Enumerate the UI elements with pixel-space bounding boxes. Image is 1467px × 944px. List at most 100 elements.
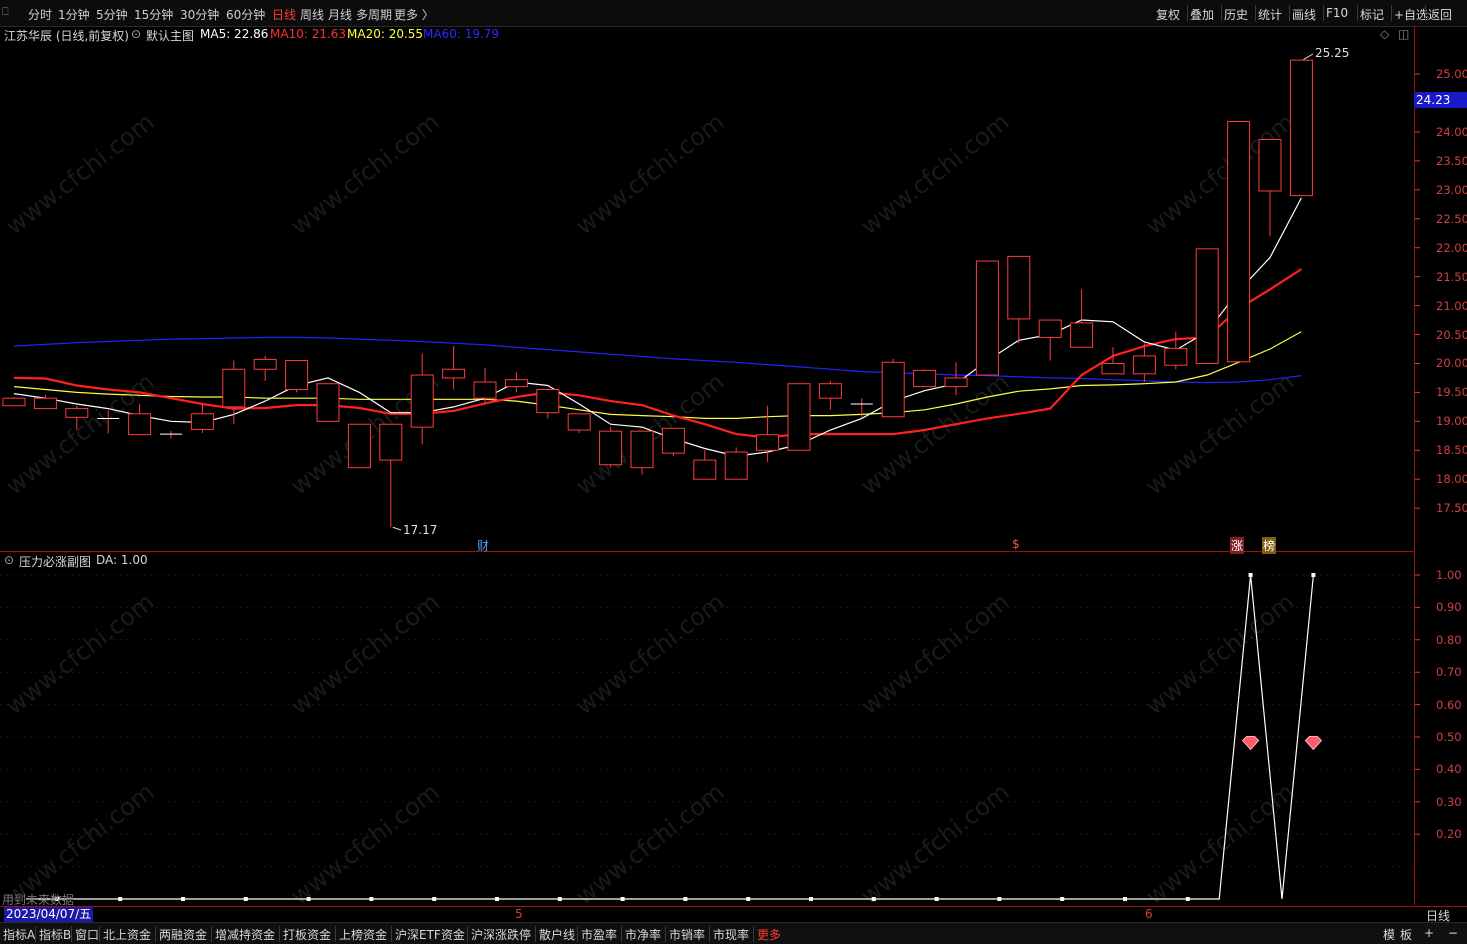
candle-body: [724, 451, 748, 480]
zoom-out-button[interactable]: −: [1448, 926, 1458, 940]
candle-body: [65, 408, 89, 418]
indicator-tab[interactable]: 市现率: [713, 926, 749, 943]
candle-body: [913, 369, 937, 388]
candle-body: [379, 423, 403, 461]
separator: [35, 926, 36, 942]
price-tick-label: 18.00: [1436, 472, 1467, 487]
sub-point: [1248, 573, 1253, 577]
candle-body: [473, 381, 497, 399]
candle-body: [1164, 347, 1188, 366]
sub-point: [432, 897, 437, 901]
sub-tick-label: 0.80: [1436, 632, 1462, 647]
indicator-tab[interactable]: 指标B: [39, 926, 71, 943]
indicator-tab[interactable]: 上榜资金: [339, 926, 387, 943]
candle-body: [222, 368, 246, 408]
sub-tick-label: 0.70: [1436, 665, 1462, 680]
separator: [709, 926, 710, 942]
indicator-tab-bar: 指标A 指标B 窗口 北上资金 两融资金 增减持资金 打板资金 上榜资金 沪深ETF资金 沪深涨跌…: [0, 922, 1467, 944]
candle-body: [1258, 138, 1282, 192]
candle-body: [316, 383, 340, 422]
indicator-tab[interactable]: 两融资金: [159, 926, 207, 943]
sub-tick-label: 0.60: [1436, 697, 1462, 712]
candle-body: [33, 397, 57, 410]
candle-body: [410, 374, 434, 428]
low-pointer: [392, 526, 402, 531]
event-marker-finance[interactable]: 财: [477, 537, 489, 554]
indicator-tab[interactable]: 沪深ETF资金: [395, 926, 465, 943]
indicator-tab[interactable]: 窗口: [75, 926, 99, 943]
indicator-tab[interactable]: 市盈率: [581, 926, 617, 943]
candle-body: [661, 427, 685, 454]
indicator-tab[interactable]: 沪深涨跌停: [471, 926, 531, 943]
candle-body: [347, 423, 371, 469]
candle-body: [536, 389, 560, 414]
candle-body: [1227, 121, 1251, 363]
candle-body: [1132, 355, 1156, 375]
sub-tick-label: 0.20: [1436, 827, 1462, 842]
candle-body: [504, 379, 528, 388]
high-label: 25.25: [1315, 46, 1350, 60]
separator: [753, 926, 754, 942]
template-button[interactable]: 模: [1383, 926, 1395, 943]
price-tick-label: 22.00: [1436, 240, 1467, 255]
price-tick-label: 19.50: [1436, 385, 1467, 400]
sub-point: [1185, 897, 1190, 901]
date-axis: [0, 906, 1467, 923]
sub-point: [369, 897, 374, 901]
sub-point: [871, 897, 876, 901]
candlestick-chart[interactable]: [0, 0, 1467, 943]
separator: [535, 926, 536, 942]
separator: [577, 926, 578, 942]
indicator-tab[interactable]: 散户线: [539, 926, 575, 943]
sub-point: [683, 897, 688, 901]
indicator-tab[interactable]: 更多: [757, 926, 781, 943]
separator: [279, 926, 280, 942]
candle-body: [693, 459, 717, 480]
candle-body: [1289, 59, 1313, 197]
low-label: 17.17: [403, 523, 438, 537]
indicator-tab[interactable]: 增减持资金: [215, 926, 275, 943]
separator: [335, 926, 336, 942]
price-tick-label: 17.50: [1436, 501, 1467, 516]
price-tick-label: 24.00: [1436, 124, 1467, 139]
event-marker-dragon-list[interactable]: 榜: [1262, 537, 1277, 554]
price-tick-label: 20.00: [1436, 356, 1467, 371]
separator: [665, 926, 666, 942]
sub-point: [1123, 897, 1127, 901]
price-tick-label: 21.50: [1436, 269, 1467, 284]
candle-body: [1195, 248, 1219, 364]
price-tick-label: 19.00: [1436, 414, 1467, 429]
candle-body: [818, 383, 842, 399]
indicator-tab[interactable]: 北上资金: [103, 926, 151, 943]
sub-point: [934, 897, 939, 901]
sub-point: [181, 897, 185, 901]
candle-body: [944, 377, 968, 388]
event-marker-dividend[interactable]: $: [1012, 537, 1020, 551]
separator: [211, 926, 212, 942]
indicator-tab[interactable]: 打板资金: [283, 926, 331, 943]
price-tick-label: 23.00: [1436, 182, 1467, 197]
zoom-in-button[interactable]: +: [1424, 926, 1434, 940]
candle-body: [190, 413, 214, 430]
sub-point: [620, 897, 625, 901]
template-button[interactable]: 板: [1400, 926, 1412, 943]
candle-body: [1101, 362, 1125, 375]
sub-point: [1311, 573, 1316, 577]
sub-point: [809, 897, 813, 901]
indicator-tab[interactable]: 市净率: [625, 926, 661, 943]
candle-body: [442, 368, 466, 379]
price-tick-label: 20.50: [1436, 327, 1467, 342]
sub-point: [746, 897, 751, 901]
candle-body: [599, 430, 623, 466]
current-price-tag: 24.23: [1414, 92, 1467, 108]
price-tick-label: 18.50: [1436, 443, 1467, 458]
gem-signal-icon: [1241, 735, 1260, 751]
candle-body: [630, 430, 654, 469]
separator: [467, 926, 468, 942]
indicator-tab[interactable]: 指标A: [3, 926, 35, 943]
current-date: 2023/04/07/五: [4, 907, 94, 922]
event-marker-limit-up[interactable]: 涨: [1230, 537, 1245, 554]
indicator-tab[interactable]: 市销率: [669, 926, 705, 943]
sub-point: [243, 897, 248, 901]
sub-tick-label: 1.00: [1436, 568, 1462, 582]
